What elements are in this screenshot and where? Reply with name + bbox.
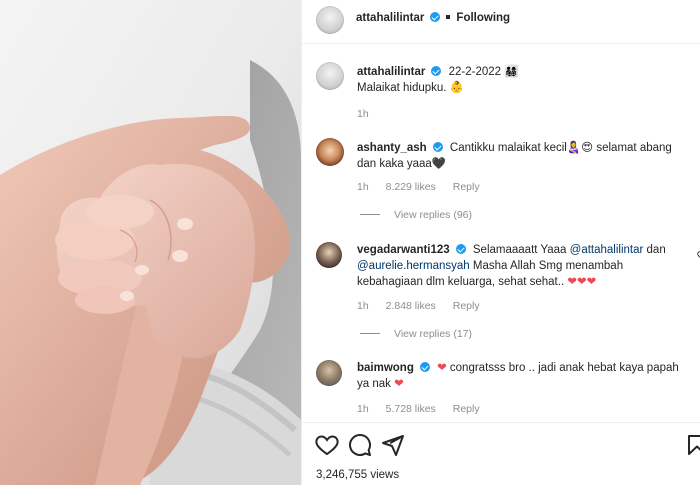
comment-body: ashanty_ash Cantikku malaikat kecil👩‍🍼😍 …	[357, 140, 687, 172]
mention-link[interactable]: @aurelie.hermansyah	[357, 260, 470, 272]
reply-button[interactable]: Reply	[453, 403, 480, 415]
hearts-emoji: ❤❤❤	[567, 276, 597, 288]
verified-icon	[419, 362, 430, 372]
reply-button[interactable]: Reply	[453, 181, 480, 193]
view-count[interactable]: 3,246,755 views	[316, 469, 399, 481]
view-replies-label: View replies (17)	[394, 328, 473, 340]
bookmark-icon[interactable]	[685, 433, 700, 457]
commenter-avatar[interactable]	[316, 360, 342, 386]
replies-line	[360, 214, 380, 215]
comment-likes[interactable]: 5.728 likes	[386, 403, 436, 415]
verified-icon	[431, 66, 442, 76]
verified-icon	[429, 12, 440, 22]
commenter-avatar[interactable]	[316, 242, 342, 268]
following-button[interactable]: Following	[456, 12, 510, 24]
caption-date: 22-2-2022 👨‍👩‍👧‍👦	[448, 66, 519, 78]
caption-body: attahalilintar 22-2-2022 👨‍👩‍👧‍👦 Malaika…	[357, 64, 687, 96]
comment-username[interactable]: ashanty_ash	[357, 142, 427, 154]
comment-text-b: dan	[643, 244, 666, 256]
comment-meta: 1h 2.848 likes Reply	[357, 300, 494, 312]
caption-text: Malaikat hidupku. 👶	[357, 82, 465, 94]
heart-emoji: ❤	[394, 378, 404, 390]
post-actions-bar: 3,246,755 views	[302, 422, 700, 485]
comment-username[interactable]: baimwong	[357, 362, 414, 374]
caption-meta: 1h	[357, 108, 383, 120]
separator-dot	[446, 15, 451, 19]
view-replies-button[interactable]: View replies (96)	[360, 209, 472, 221]
caption-time: 1h	[357, 108, 369, 120]
mention-link[interactable]: @attahalilintar	[570, 244, 644, 256]
verified-icon	[432, 142, 443, 152]
baby-hand-photo	[0, 0, 301, 485]
comment-likes[interactable]: 2.848 likes	[386, 300, 436, 312]
comment-text-a: Selamaaaatt Yaaa	[472, 244, 570, 256]
post-side-panel: attahalilintar Following attahalilintar …	[301, 0, 700, 485]
header-author: attahalilintar Following	[356, 10, 510, 25]
comment-meta: 1h 8.229 likes Reply	[357, 181, 494, 193]
author-username[interactable]: attahalilintar	[356, 12, 424, 24]
caption-avatar[interactable]	[316, 62, 344, 90]
reply-button[interactable]: Reply	[453, 300, 480, 312]
comment-username[interactable]: vegadarwanti123	[357, 244, 450, 256]
comment-time: 1h	[357, 300, 369, 312]
replies-line	[360, 333, 380, 334]
comment-time: 1h	[357, 181, 369, 193]
verified-icon	[455, 244, 466, 254]
comment-body: vegadarwanti123 Selamaaaatt Yaaa @attaha…	[357, 242, 687, 290]
paper-plane-icon[interactable]	[381, 433, 405, 457]
comment-time: 1h	[357, 403, 369, 415]
comment-body: baimwong ❤ congratsss bro .. jadi anak h…	[357, 360, 687, 392]
heart-outline-icon[interactable]	[315, 433, 339, 457]
commenter-avatar[interactable]	[316, 138, 344, 166]
view-replies-label: View replies (96)	[394, 209, 473, 221]
heart-emoji: ❤	[437, 362, 447, 374]
caption-username[interactable]: attahalilintar	[357, 66, 425, 78]
author-avatar[interactable]	[316, 6, 344, 34]
speech-bubble-icon[interactable]	[348, 433, 372, 457]
view-replies-button[interactable]: View replies (17)	[360, 328, 472, 340]
comment-meta: 1h 5.728 likes Reply	[357, 403, 494, 415]
post-header: attahalilintar Following	[302, 0, 700, 44]
post-photo	[0, 0, 301, 485]
comment-likes[interactable]: 8.229 likes	[386, 181, 436, 193]
